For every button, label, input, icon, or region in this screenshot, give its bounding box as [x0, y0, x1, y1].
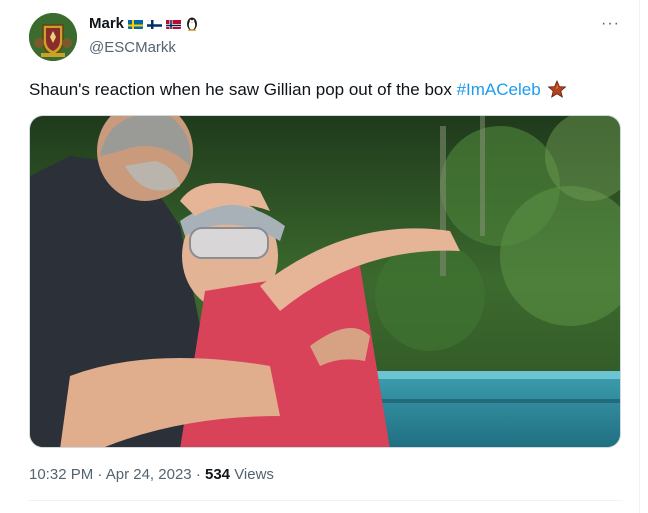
tweet-time[interactable]: 10:32 PM: [29, 466, 93, 483]
photo-icon: [30, 116, 620, 447]
avatar[interactable]: [29, 13, 77, 61]
finland-flag-icon: [147, 18, 163, 29]
sweden-flag-icon: [128, 18, 144, 29]
tweet-body: Shaun's reaction when he saw Gillian pop…: [29, 80, 457, 99]
crest-avatar-icon: [29, 13, 77, 61]
separator: ·: [195, 466, 201, 483]
tweet-text: Shaun's reaction when he saw Gillian pop…: [29, 79, 567, 103]
divider: [29, 500, 623, 501]
tweet-media-image[interactable]: [29, 115, 621, 448]
tweet-meta: 10:32 PM · Apr 24, 2023 · 534 Views: [29, 466, 274, 483]
star-emoji-icon: [547, 79, 567, 103]
views-label: Views: [234, 466, 274, 483]
penguin-icon: [185, 16, 199, 31]
more-options-button[interactable]: ···: [601, 15, 620, 33]
norway-flag-icon: [166, 18, 182, 29]
views-count: 534: [204, 466, 231, 483]
hashtag-link[interactable]: #ImACeleb: [457, 80, 541, 99]
author-name-row[interactable]: Mark: [89, 15, 199, 32]
tweet-card: Mark @ESCMarkk ··· Shaun's reaction when…: [0, 0, 640, 513]
display-name[interactable]: Mark: [89, 15, 124, 32]
separator: ·: [97, 466, 103, 483]
tweet-date[interactable]: Apr 24, 2023: [106, 466, 192, 483]
author-handle[interactable]: @ESCMarkk: [89, 39, 176, 56]
